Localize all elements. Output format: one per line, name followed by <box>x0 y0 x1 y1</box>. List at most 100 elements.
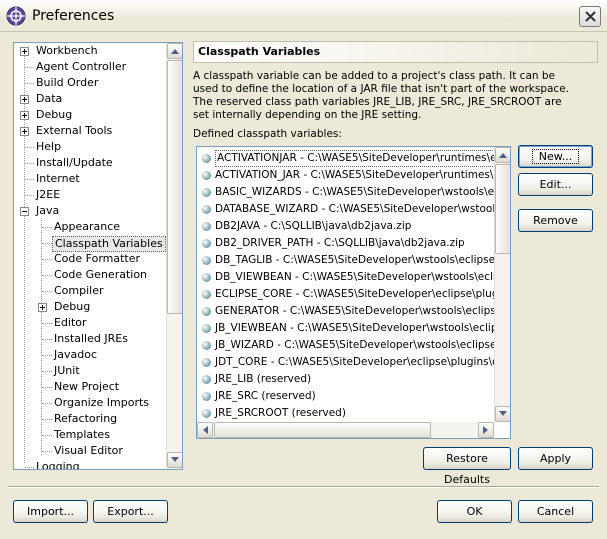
variable-icon <box>202 239 211 248</box>
variable-entry: JB_WIZARD - C:\WASE5\SiteDeveloper\wstoo… <box>215 339 510 351</box>
preferences-tree[interactable]: Workbench Agent Controller Build Order D… <box>13 42 183 470</box>
variable-entry: JRE_LIB (reserved) <box>215 373 312 385</box>
tree-connector <box>42 419 52 420</box>
new-button-label: New... <box>531 149 580 164</box>
variable-icon <box>202 392 211 401</box>
restore-defaults-button[interactable]: Restore Defaults <box>423 447 511 486</box>
scroll-up-button[interactable] <box>495 147 510 163</box>
tree-item-label: Agent Controller <box>36 60 127 73</box>
tree-item-label: Build Order <box>36 76 99 89</box>
export-label: Export... <box>107 505 154 518</box>
footer-separator <box>8 486 599 488</box>
tree-item-label: Debug <box>54 300 91 313</box>
scroll-left-button[interactable] <box>197 422 213 438</box>
variable-entry: GENERATOR - C:\WASE5\SiteDeveloper\wstoo… <box>215 305 511 317</box>
import-label: Import... <box>27 505 74 518</box>
tree-item-label: Logging <box>36 460 80 470</box>
expand-plus-icon[interactable] <box>20 47 29 56</box>
list-horizontal-scrollbar[interactable] <box>197 422 494 438</box>
variable-icon <box>202 154 211 163</box>
variable-entry: ECLIPSE_CORE - C:\WASE5\SiteDeveloper\ec… <box>215 288 511 300</box>
variable-entry: BASIC_WIZARDS - C:\WASE5\SiteDeveloper\w… <box>215 186 511 198</box>
tree-item-label: Java <box>36 204 60 217</box>
import-button[interactable]: Import... <box>13 500 88 523</box>
variable-icon <box>202 222 211 231</box>
tree-item-label: Organize Imports <box>54 396 150 409</box>
collapse-minus-icon[interactable] <box>20 207 29 216</box>
tree-connector <box>42 275 52 276</box>
ok-button[interactable]: OK <box>437 500 512 523</box>
tree-item-label: Install/Update <box>36 156 113 169</box>
variable-entry: ACTIVATIONJAR - C:\WASE5\SiteDeveloper\r… <box>215 150 510 167</box>
tree-item-label: Classpath Variables <box>52 236 166 252</box>
scroll-thumb[interactable] <box>495 164 510 254</box>
tree-connector <box>42 403 52 404</box>
tree-item-label: External Tools <box>36 124 113 137</box>
variable-icon <box>202 290 211 299</box>
tree-connector <box>42 323 52 324</box>
tree-item-label: Compiler <box>54 284 104 297</box>
tree-connector <box>42 451 52 452</box>
expand-plus-icon[interactable] <box>20 111 29 120</box>
apply-button[interactable]: Apply <box>518 447 593 470</box>
tree-connector <box>42 339 52 340</box>
variable-icon <box>202 273 211 282</box>
tree-item-label: Visual Editor <box>54 444 123 457</box>
tree-item-label: Data <box>36 92 63 105</box>
tree-item-label: Code Generation <box>54 268 148 281</box>
scroll-down-button[interactable] <box>167 452 182 468</box>
tree-item-label: J2EE <box>36 188 61 201</box>
classpath-variables-list[interactable]: ACTIVATIONJAR - C:\WASE5\SiteDeveloper\r… <box>196 146 511 439</box>
variable-entry: DB2_DRIVER_PATH - C:\SQLLIB\java\db2java… <box>215 237 465 249</box>
page-title: Classpath Variables <box>193 41 598 63</box>
tree-item-label: Code Formatter <box>54 252 141 265</box>
variable-icon <box>202 409 211 418</box>
list-vertical-scrollbar[interactable] <box>494 147 510 422</box>
variable-entry: JRE_SRCROOT (reserved) <box>215 407 346 419</box>
close-button[interactable] <box>579 6 601 27</box>
tree-item-label: Internet <box>36 172 80 185</box>
variable-icon <box>202 188 211 197</box>
tree-item-label: JUnit <box>54 364 80 377</box>
tree-vertical-scrollbar[interactable] <box>166 43 182 469</box>
expand-plus-icon[interactable] <box>20 127 29 136</box>
cancel-button[interactable]: Cancel <box>518 500 593 523</box>
scroll-thumb[interactable] <box>167 60 182 314</box>
title-bar: Preferences <box>0 0 607 32</box>
scroll-down-button[interactable] <box>495 406 510 422</box>
tree-item-label: Templates <box>54 428 110 441</box>
variable-entry: DB_TAGLIB - C:\WASE5\SiteDeveloper\wstoo… <box>215 254 509 266</box>
export-button[interactable]: Export... <box>93 500 168 523</box>
scroll-thumb[interactable] <box>214 422 431 438</box>
cancel-label: Cancel <box>536 505 575 518</box>
expand-plus-icon[interactable] <box>38 303 47 312</box>
tree-item-label: Refactoring <box>54 412 118 425</box>
apply-label: Apply <box>539 452 572 465</box>
new-button[interactable]: New... <box>518 145 593 168</box>
variable-entry: DB_VIEWBEAN - C:\WASE5\SiteDeveloper\wst… <box>215 271 511 283</box>
tree-connector <box>25 83 34 84</box>
tree-connector <box>25 147 34 148</box>
tree-item-label: Javadoc <box>54 348 97 361</box>
preferences-app-icon <box>6 6 26 26</box>
tree-item-label: Workbench <box>36 44 98 57</box>
tree-connector <box>25 67 34 68</box>
variable-icon <box>202 171 211 180</box>
edit-button[interactable]: Edit... <box>518 173 593 196</box>
remove-button-label: Remove <box>533 214 578 227</box>
tree-item-label: Editor <box>54 316 87 329</box>
window-title: Preferences <box>32 8 115 24</box>
remove-button[interactable]: Remove <box>518 209 593 232</box>
variable-entry: JB_VIEWBEAN - C:\WASE5\SiteDeveloper\wst… <box>215 322 511 334</box>
tree-item-label: Help <box>36 140 62 153</box>
tree-item-label: Appearance <box>54 220 121 233</box>
variable-icon <box>202 307 211 316</box>
expand-plus-icon[interactable] <box>20 95 29 104</box>
variable-icon <box>202 358 211 367</box>
variable-entry: ACTIVATION_JAR - C:\WASE5\SiteDeveloper\… <box>215 169 506 181</box>
scroll-up-button[interactable] <box>167 43 182 59</box>
ok-label: OK <box>466 505 483 518</box>
tree-item-label: New Project <box>54 380 120 393</box>
tree-connector <box>42 243 52 244</box>
scroll-right-button[interactable] <box>478 422 494 438</box>
